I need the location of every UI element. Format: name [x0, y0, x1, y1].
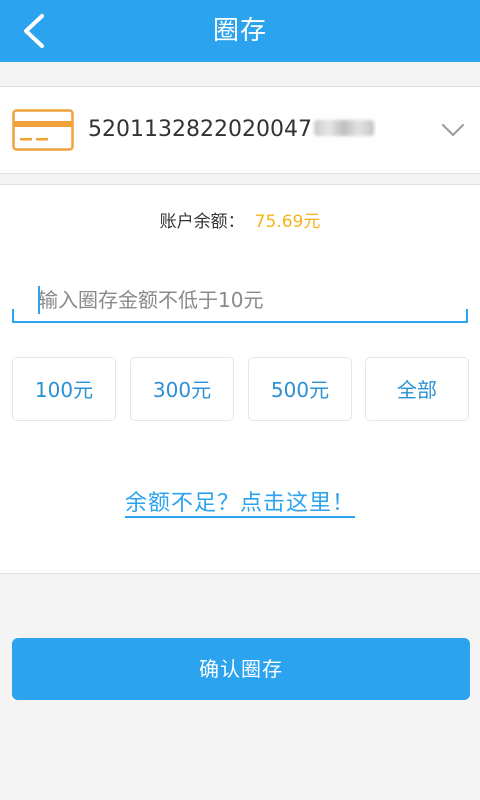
- recharge-panel: 账户余额： 75.69元 100元 300元 500元 全部 余额不足？点击这里！: [0, 184, 480, 574]
- chevron-down-icon[interactable]: [440, 119, 466, 141]
- insufficient-balance-link[interactable]: 余额不足？点击这里！: [0, 485, 480, 517]
- text-cursor: [38, 286, 40, 314]
- card-number-text: 5201132822020047: [88, 117, 312, 142]
- card-selector[interactable]: 5201132822020047: [0, 86, 480, 174]
- amount-input-tick-left: [12, 309, 14, 323]
- balance-label: 账户余额：: [159, 212, 245, 232]
- quick-amount-100-button[interactable]: 100元: [12, 357, 116, 421]
- top-bar: 圈存: [0, 0, 480, 62]
- amount-input-tick-right: [466, 309, 468, 323]
- quick-amount-all-button[interactable]: 全部: [365, 357, 469, 421]
- confirm-recharge-button[interactable]: 确认圈存: [12, 638, 470, 700]
- balance-row: 账户余额： 75.69元: [0, 205, 480, 239]
- bank-card-icon: [12, 109, 74, 151]
- quick-amount-300-button[interactable]: 300元: [130, 357, 234, 421]
- amount-input-underline: [12, 321, 468, 323]
- balance-value: 75.69元: [254, 212, 321, 232]
- page-title: 圈存: [212, 16, 267, 46]
- amount-input[interactable]: [38, 283, 458, 317]
- card-number-masked: [313, 120, 374, 136]
- card-number: 5201132822020047: [88, 87, 374, 173]
- quick-amount-500-button[interactable]: 500元: [248, 357, 352, 421]
